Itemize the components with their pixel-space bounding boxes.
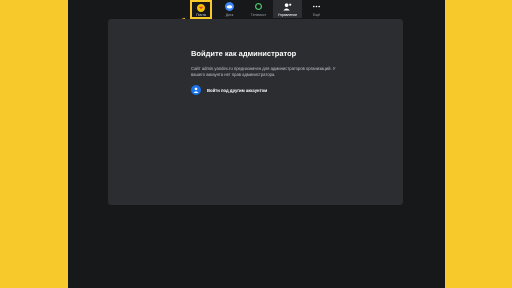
switch-account-button[interactable]: Войти под другим аккаунтом xyxy=(191,85,267,95)
tool-more[interactable]: Ещё xyxy=(302,0,331,18)
admin-login-panel: Войдите как администратор Сайт admin.yan… xyxy=(108,19,403,205)
tool-admin[interactable]: Управление xyxy=(273,0,302,18)
tool-more-label: Ещё xyxy=(312,13,321,17)
tool-admin-label: Управление xyxy=(277,13,298,17)
tool-telemost[interactable]: Телемост xyxy=(244,0,273,18)
tool-mail[interactable]: Почта xyxy=(190,0,212,19)
tool-disk-label: Диск xyxy=(225,13,234,17)
switch-account-label: Войти под другим аккаунтом xyxy=(207,87,268,93)
page-title: Войдите как администратор xyxy=(191,49,297,58)
admin-icon xyxy=(283,2,292,11)
user-icon xyxy=(191,85,201,95)
telemost-icon xyxy=(254,2,263,11)
more-icon xyxy=(312,2,321,11)
tool-telemost-label: Телемост xyxy=(250,13,267,17)
tool-disk[interactable]: Диск xyxy=(215,0,244,18)
admin-description: Сайт admin.yandex.ru предназначен для ад… xyxy=(191,66,336,77)
disk-icon xyxy=(225,2,234,11)
mail-icon xyxy=(197,4,205,12)
tool-mail-label: Почта xyxy=(196,13,206,17)
